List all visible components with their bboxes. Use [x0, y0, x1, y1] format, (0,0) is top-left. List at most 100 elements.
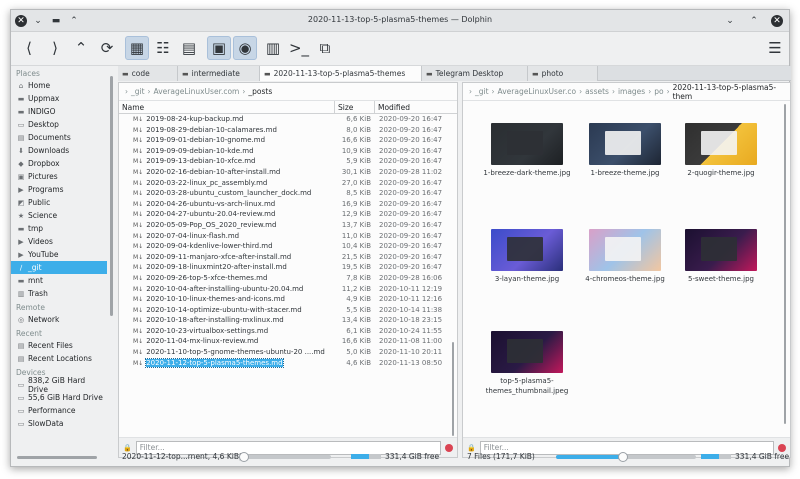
table-row[interactable]: M↓ 2020-09-04-kdenlive-lower-third.md 10,4… — [119, 241, 457, 252]
table-row[interactable]: M↓ 2020-03-28-ubuntu_custom_launcher_dock… — [119, 188, 457, 199]
places-item[interactable]: ◆ Dropbox — [11, 157, 107, 170]
places-scrollbar[interactable] — [109, 66, 115, 446]
places-item[interactable]: ⬇ Downloads — [11, 144, 107, 157]
places-item[interactable]: ▶ YouTube — [11, 248, 107, 261]
table-row[interactable]: M↓ 2019-08-29-debian-10-calamares.md 8,0 K… — [119, 125, 457, 136]
table-row[interactable]: M↓ 2020-10-10-linux-themes-and-icons.md 4,… — [119, 294, 457, 305]
places-item[interactable]: ▬ mnt — [11, 274, 107, 287]
table-row[interactable]: M↓ 2019-08-24-kup-backup.md 6,6 KiB 2020-09… — [119, 114, 457, 125]
list-scrollbar[interactable] — [450, 114, 456, 438]
places-item[interactable]: ▭ 838,2 GiB Hard Drive — [11, 376, 107, 394]
places-item[interactable]: ▭ Performance — [11, 404, 107, 417]
places-item[interactable]: ▬ Uppmax — [11, 92, 107, 105]
places-item[interactable]: ▭ 55,6 GiB Hard Drive — [11, 391, 107, 404]
places-item[interactable]: ⌂ Home — [11, 79, 107, 92]
places-item[interactable]: ▶ Videos — [11, 235, 107, 248]
tab[interactable]: ▬ photo — [528, 66, 598, 81]
places-item[interactable]: ▣ Pictures — [11, 170, 107, 183]
table-row[interactable]: M↓ 2020-02-16-debian-10-after-install.md 3… — [119, 167, 457, 178]
places-item[interactable]: ▭ Desktop — [11, 118, 107, 131]
places-item[interactable]: ▥ Trash — [11, 287, 107, 300]
column-name[interactable]: Name — [119, 101, 335, 113]
table-row[interactable]: M↓ 2020-09-18-linuxmint20-after-install.m… — [119, 262, 457, 273]
preview-icon[interactable]: ▣ — [207, 36, 231, 60]
split-icon[interactable]: ▥ — [261, 36, 285, 60]
column-size[interactable]: Size — [335, 101, 375, 113]
titlebar[interactable]: ✕ ⌄ ▬ ⌃ 2020-11-13-top-5-plasma5-themes … — [11, 10, 789, 32]
file-thumbnail[interactable]: 3-layan-theme.jpg — [483, 229, 571, 284]
breadcrumb-item[interactable]: AverageLinuxUser.co — [498, 87, 577, 96]
table-row[interactable]: M↓ 2020-04-26-ubuntu-vs-arch-linux.md 16,9… — [119, 199, 457, 210]
places-item[interactable]: ▭ SlowData — [11, 417, 107, 430]
table-row[interactable]: M↓ 2020-10-04-after-installing-ubuntu-20.… — [119, 284, 457, 295]
places-item[interactable]: ▤ Recent Locations — [11, 352, 107, 365]
table-row[interactable]: M↓ 2020-04-27-ubuntu-20.04-review.md 12,9 … — [119, 209, 457, 220]
details-view-icon[interactable]: ▤ — [177, 36, 201, 60]
left-zoom-slider[interactable] — [239, 452, 331, 462]
places-item[interactable]: ▬ INDIGO — [11, 105, 107, 118]
table-row[interactable]: M↓ 2020-11-12-top-5-plasma5-themes.md 4,6 … — [119, 357, 457, 369]
file-size: 27,0 KiB — [341, 178, 371, 187]
table-row[interactable]: M↓ 2020-11-04-mx-linux-review.md 16,6 KiB 2… — [119, 336, 457, 347]
table-row[interactable]: M↓ 2020-03-22-linux_pc_assembly.md 27,0 Ki… — [119, 178, 457, 189]
tab[interactable]: ▬ Telegram Desktop — [422, 66, 528, 81]
file-thumbnail[interactable]: 1-breeze-theme.jpg — [581, 123, 669, 178]
table-row[interactable]: M↓ 2019-09-09-debian-10-kde.md 10,9 KiB 202… — [119, 146, 457, 157]
maximize-icon[interactable]: ⌃ — [747, 14, 761, 28]
places-item[interactable]: ▶ Programs — [11, 183, 107, 196]
tab-label: code — [131, 69, 150, 78]
breadcrumb-item[interactable]: _git — [131, 87, 145, 96]
breadcrumb-item[interactable]: assets — [585, 87, 609, 96]
places-item[interactable]: ◩ Public — [11, 196, 107, 209]
terminal-icon[interactable]: >_ — [287, 36, 311, 60]
forward-icon[interactable]: ⟩ — [43, 36, 67, 60]
file-thumbnail[interactable]: 1-breeze-dark-theme.jpg — [483, 123, 571, 178]
reload-icon[interactable]: ⟳ — [95, 36, 119, 60]
icons-view-icon[interactable]: ▦ — [125, 36, 149, 60]
file-thumbnail[interactable]: 2-quogir-theme.jpg — [677, 123, 765, 178]
tab[interactable]: ▬ 2020-11-13-top-5-plasma5-themes — [260, 66, 422, 81]
table-row[interactable]: M↓ 2020-09-26-top-5-xfce-themes.md 7,8 KiB… — [119, 273, 457, 284]
table-row[interactable]: M↓ 2020-05-09-Pop_OS_2020_review.md 13,7 K… — [119, 220, 457, 231]
table-row[interactable]: M↓ 2019-09-01-debian-10-gnome.md 16,6 KiB 2… — [119, 135, 457, 146]
places-item[interactable]: ▤ Documents — [11, 131, 107, 144]
eye-icon[interactable]: ◉ — [233, 36, 257, 60]
compact-view-icon[interactable]: ☷ — [151, 36, 175, 60]
icon-scrollbar[interactable] — [782, 102, 788, 438]
right-zoom-slider[interactable] — [556, 452, 696, 462]
file-thumbnail[interactable]: 4-chromeos-theme.jpg — [581, 229, 669, 284]
places-item[interactable]: ▬ tmp — [11, 222, 107, 235]
up-icon[interactable]: ⌃ — [69, 36, 93, 60]
places-item[interactable]: ★ Science — [11, 209, 107, 222]
breadcrumb-item[interactable]: AverageLinuxUser.com — [154, 87, 240, 96]
table-row[interactable]: M↓ 2020-07-04-linux-flash.md 11,0 KiB 2020-… — [119, 231, 457, 242]
close-icon[interactable]: ✕ — [771, 15, 783, 27]
places-item[interactable]: ∕ _git — [11, 261, 107, 274]
new-window-icon[interactable]: ⧉ — [313, 36, 337, 60]
hamburger-icon[interactable]: ☰ — [763, 36, 787, 60]
table-row[interactable]: M↓ 2020-10-23-virtualbox-settings.md 6,1 K… — [119, 326, 457, 337]
recent-locations-icon: ▤ — [17, 354, 25, 363]
minimize-icon[interactable]: ⌄ — [723, 14, 737, 28]
file-thumbnail[interactable]: 5-sweet-theme.jpg — [677, 229, 765, 284]
file-thumbnail[interactable]: top-5-plasma5-themes_thumbnail.jpeg — [483, 331, 571, 396]
breadcrumb-item[interactable]: _git — [475, 87, 489, 96]
table-row[interactable]: M↓ 2020-10-18-after-installing-mxlinux.md… — [119, 315, 457, 326]
breadcrumb-item[interactable]: _posts — [248, 87, 272, 96]
table-row[interactable]: M↓ 2020-09-11-manjaro-xfce-after-install.… — [119, 252, 457, 263]
column-modified[interactable]: Modified — [375, 101, 447, 113]
breadcrumb-item[interactable]: po — [654, 87, 663, 96]
breadcrumb-item[interactable]: 2020-11-13-top-5-plasma5-them — [673, 83, 790, 101]
places-scroll[interactable] — [11, 455, 107, 459]
table-row[interactable]: M↓ 2020-10-14-optimize-ubuntu-with-stacer… — [119, 305, 457, 316]
file-size: 30,1 KiB — [341, 167, 371, 176]
table-row[interactable]: M↓ 2019-09-13-debian-10-xfce.md 5,9 KiB 202… — [119, 156, 457, 167]
table-row[interactable]: M↓ 2020-11-10-top-5-gnome-themes-ubuntu-2… — [119, 347, 457, 358]
tab[interactable]: ▬ intermediate — [178, 66, 260, 81]
tab[interactable]: ▬ code — [118, 66, 178, 81]
image-preview — [491, 229, 563, 271]
back-icon[interactable]: ⟨ — [17, 36, 41, 60]
places-item[interactable]: ▤ Recent Files — [11, 339, 107, 352]
places-item[interactable]: ◎ Network — [11, 313, 107, 326]
breadcrumb-item[interactable]: images — [618, 87, 645, 96]
